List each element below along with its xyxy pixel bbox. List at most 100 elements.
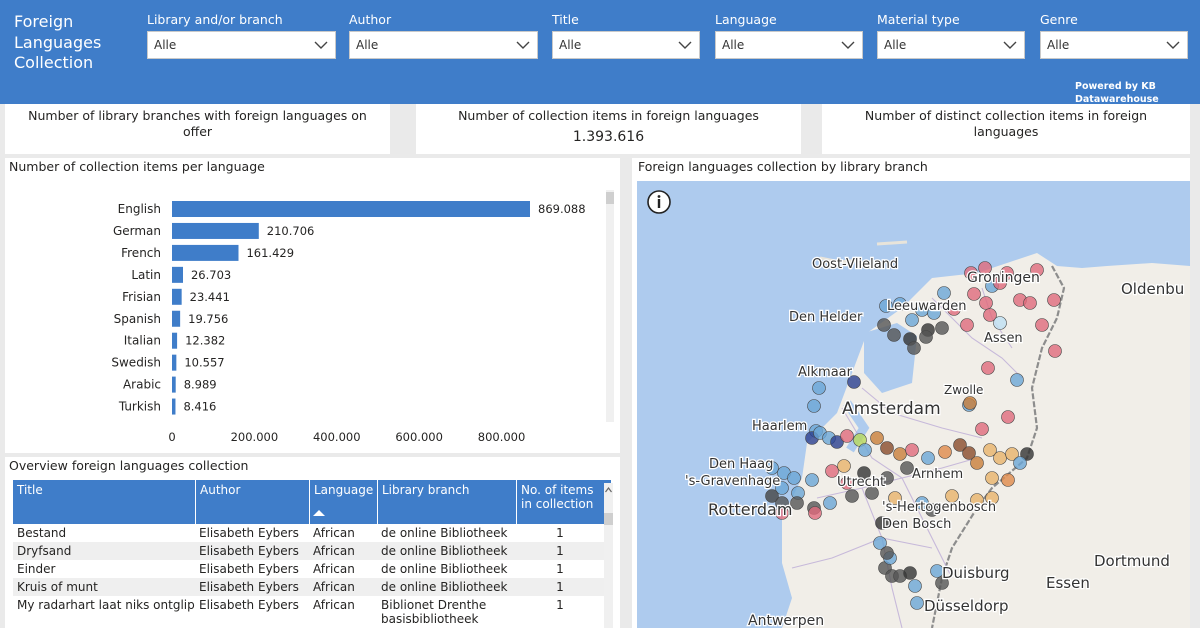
library-branch-marker[interactable] — [812, 381, 826, 395]
library-branch-marker[interactable] — [938, 445, 952, 459]
bar[interactable] — [172, 244, 239, 261]
author-dropdown[interactable]: Alle — [349, 31, 538, 59]
bar[interactable] — [172, 222, 259, 239]
library-branch-marker[interactable] — [837, 459, 851, 473]
library-branch-marker[interactable] — [805, 473, 819, 487]
library-branch-marker[interactable] — [993, 316, 1007, 330]
library-branch-marker[interactable] — [963, 396, 977, 410]
library-branch-marker[interactable] — [823, 496, 837, 510]
library-branch-marker[interactable] — [1010, 373, 1024, 387]
library-branch-marker[interactable] — [1001, 410, 1015, 424]
bar[interactable] — [172, 354, 177, 371]
library-branch-marker[interactable] — [981, 361, 995, 375]
library-branch-marker[interactable] — [1023, 296, 1037, 310]
library-branch-marker[interactable] — [919, 330, 933, 344]
bar[interactable] — [172, 398, 176, 415]
bar[interactable] — [172, 332, 178, 349]
table-row[interactable]: Kruis of munt Elisabeth Eybers African d… — [13, 578, 611, 596]
genre-dropdown[interactable]: Alle — [1040, 31, 1188, 59]
library-branch-marker[interactable] — [921, 451, 935, 465]
table-row[interactable]: My radarhart laat niks ontglip Elisabeth… — [13, 596, 611, 628]
library-branch-marker[interactable] — [880, 546, 894, 560]
library-branch-marker[interactable] — [985, 471, 999, 485]
library-branch-marker[interactable] — [787, 471, 801, 485]
column-header-language[interactable]: Language — [309, 480, 377, 524]
bar[interactable] — [172, 310, 181, 327]
library-branch-marker[interactable] — [880, 441, 894, 455]
library-branch-marker[interactable] — [877, 318, 891, 332]
category-label: Latin — [131, 268, 161, 282]
library-branch-marker[interactable] — [907, 341, 921, 355]
library-branch-marker[interactable] — [808, 506, 822, 520]
library-branch-marker[interactable] — [1035, 318, 1049, 332]
library-branch-map[interactable]: Oost-Vlieland Groningen Oldenbu Leeuwarden D… — [632, 158, 1190, 628]
library-branch-marker[interactable] — [790, 496, 804, 510]
column-header-library-branch[interactable]: Library branch — [377, 480, 516, 524]
cell-language: African — [313, 544, 355, 558]
column-header-title[interactable]: Title — [13, 480, 195, 524]
scroll-up-icon[interactable] — [604, 485, 613, 495]
category-label: French — [121, 246, 161, 260]
cell-language: African — [313, 526, 355, 540]
library-branch-marker[interactable] — [870, 431, 884, 445]
bar[interactable] — [172, 376, 176, 393]
library-branch-marker[interactable] — [967, 287, 981, 301]
library-branch-marker[interactable] — [993, 451, 1007, 465]
library-branch-marker[interactable] — [893, 447, 907, 461]
cell-title: Dryfsand — [17, 544, 72, 558]
library-branch-marker[interactable] — [935, 321, 949, 335]
library-branch-marker[interactable] — [887, 328, 901, 342]
library-branch-marker[interactable] — [903, 566, 917, 580]
info-icon[interactable] — [647, 190, 671, 214]
library-branch-marker[interactable] — [908, 579, 922, 593]
library-branch-marker[interactable] — [905, 313, 919, 327]
cell-language: African — [313, 598, 355, 612]
library-branch-marker[interactable] — [845, 489, 859, 503]
filter-label: Language — [715, 12, 777, 27]
chevron-down-icon — [841, 41, 855, 49]
title-dropdown[interactable]: Alle — [552, 31, 700, 59]
library-branch-marker[interactable] — [937, 286, 951, 300]
library-branch-marker[interactable] — [979, 296, 993, 310]
data-label: 19.756 — [188, 312, 228, 326]
library-branch-marker[interactable] — [910, 596, 924, 610]
library-branch-marker[interactable] — [960, 318, 974, 332]
dropdown-value: Alle — [559, 38, 582, 52]
cell-title: My radarhart laat niks ontglip — [17, 598, 195, 612]
data-label: 26.703 — [191, 268, 231, 282]
dropdown-value: Alle — [1047, 38, 1070, 52]
category-label: Frisian — [122, 290, 161, 304]
bar[interactable] — [172, 288, 182, 305]
library-branch-marker[interactable] — [1001, 473, 1015, 487]
material-type-dropdown[interactable]: Alle — [877, 31, 1025, 59]
library-branch-marker[interactable] — [905, 443, 919, 457]
scrollbar-thumb[interactable] — [604, 513, 613, 525]
library-branch-marker[interactable] — [970, 456, 984, 470]
cell-branch: de online Bibliotheek — [381, 562, 508, 576]
library-branch-marker[interactable] — [1013, 456, 1027, 470]
language-dropdown[interactable]: Alle — [715, 31, 863, 59]
library-branch-marker[interactable] — [840, 429, 854, 443]
table-scrollbar[interactable] — [604, 483, 613, 628]
library-branch-marker[interactable] — [1048, 344, 1062, 358]
kpi-label: Number of distinct collection items in f… — [864, 108, 1148, 139]
bar-chart-scrollbar[interactable] — [606, 190, 614, 422]
map-place-label: Utrecht — [837, 475, 885, 490]
kpi-label: Number of library branches with foreign … — [28, 108, 367, 139]
bar[interactable] — [172, 266, 183, 283]
library-branch-marker[interactable] — [807, 399, 821, 413]
column-header-items[interactable]: No. of items in collection — [516, 480, 604, 524]
bar-chart: English 869.088 German 210.706 French 161.429… — [111, 201, 586, 444]
column-header-author[interactable]: Author — [195, 480, 309, 524]
map-place-label: Haarlem — [752, 419, 807, 434]
library-branch-marker[interactable] — [1047, 293, 1061, 307]
scrollbar-thumb[interactable] — [606, 192, 614, 204]
table-row[interactable]: Einder Elisabeth Eybers African de onlin… — [13, 560, 611, 578]
table-row[interactable]: Dryfsand Elisabeth Eybers African de onl… — [13, 542, 611, 560]
library-branch-marker[interactable] — [858, 443, 872, 457]
bar[interactable] — [172, 201, 530, 217]
library-branch-dropdown[interactable]: Alle — [147, 31, 336, 59]
library-branch-marker[interactable] — [975, 422, 989, 436]
table-row[interactable]: Bestand Elisabeth Eybers African de onli… — [13, 524, 611, 542]
chevron-down-icon — [516, 41, 530, 49]
